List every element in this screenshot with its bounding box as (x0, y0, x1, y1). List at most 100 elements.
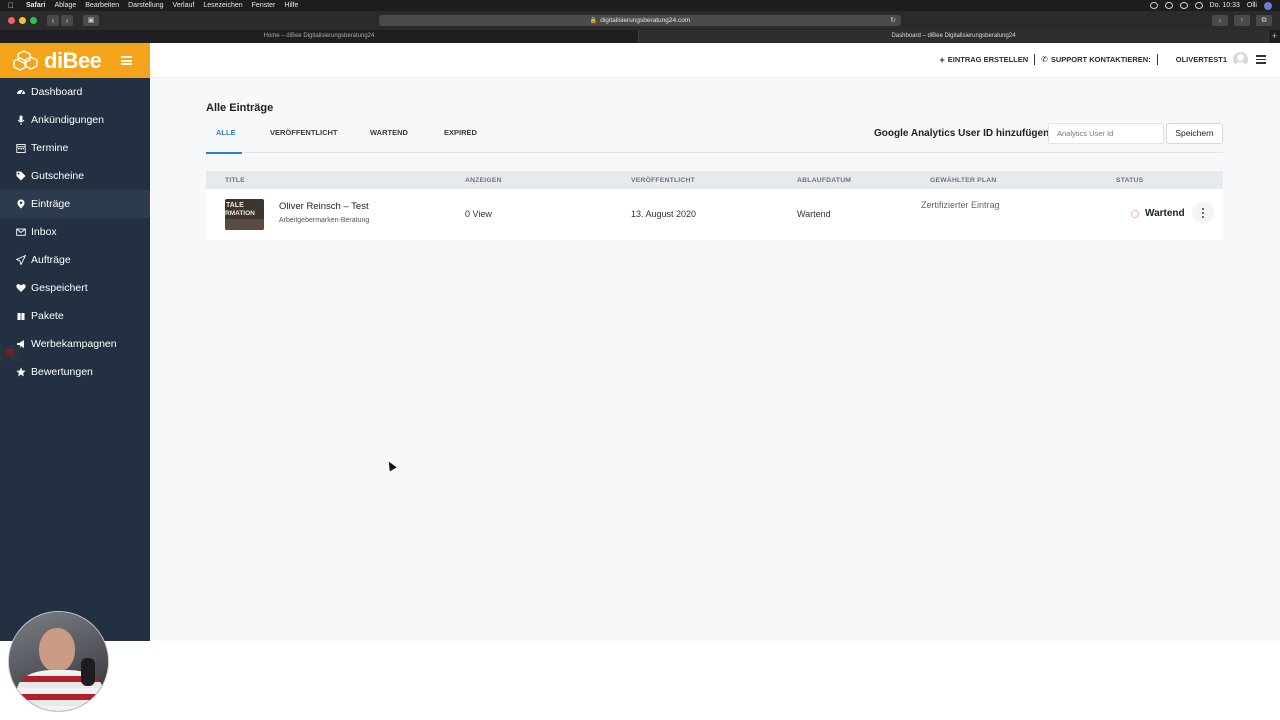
new-tab-icon[interactable]: + (1269, 30, 1280, 43)
plus-icon: + (939, 54, 945, 65)
star-icon (16, 367, 26, 377)
tab-veroeffentlicht[interactable]: VERÖFFENTLICHT (270, 121, 370, 153)
more-options-icon[interactable] (1192, 202, 1214, 224)
sidebar-nav: Dashboard Ankündigungen Termine Gutschei… (0, 78, 150, 386)
sidebar-item-gespeichert[interactable]: Gespeichert (0, 274, 150, 302)
thumbnail-text: RMATION (225, 210, 255, 217)
dashboard-icon (16, 87, 26, 97)
envelope-icon (16, 227, 26, 237)
sidebar-menu-icon[interactable] (121, 56, 132, 65)
tab-wartend[interactable]: WARTEND (370, 121, 444, 153)
sidebar-item-label: Werbekampagnen (31, 338, 117, 350)
listing-plan: Zertifizierter Eintrag (921, 200, 1000, 210)
brand-name[interactable]: diBee (44, 48, 102, 74)
back-icon[interactable]: ‹ (47, 15, 59, 26)
sidebar: diBee Dashboard Ankündigungen Termine Gu… (0, 43, 150, 641)
tabs-overview-icon[interactable]: ⧉ (1256, 15, 1272, 26)
reload-icon[interactable]: ↻ (890, 15, 896, 26)
menu-hilfe[interactable]: Hilfe (284, 2, 298, 9)
sidebar-item-label: Pakete (31, 310, 64, 322)
table-row[interactable]: TALE RMATION Oliver Reinsch – Test Arbei… (206, 189, 1223, 240)
sidebar-item-label: Ankündigungen (31, 114, 104, 126)
menu-ablage[interactable]: Ablage (54, 2, 76, 9)
column-header-published[interactable]: VERÖFFENTLICHT (631, 177, 695, 184)
downloads-icon[interactable]: ↓ (1212, 15, 1228, 26)
microphone-icon (16, 115, 26, 125)
map-marker-icon (16, 199, 26, 209)
volume-icon[interactable] (1194, 2, 1203, 9)
zoom-window-button[interactable] (30, 17, 37, 24)
sidebar-item-dashboard[interactable]: Dashboard (0, 78, 150, 106)
status-icon[interactable] (1164, 2, 1173, 9)
sidebar-item-label: Bewertungen (31, 366, 93, 378)
menu-verlauf[interactable]: Verlauf (173, 2, 195, 9)
browser-tab-dashboard[interactable]: Dashboard – diBee Digitalisierungsberatu… (639, 30, 1269, 43)
package-icon (16, 311, 26, 321)
share-icon[interactable]: ↑ (1234, 15, 1250, 26)
column-header-status[interactable]: STATUS (1116, 177, 1143, 184)
column-header-expiry[interactable]: ABLAUFDATUM (797, 177, 851, 184)
brand-header: diBee (0, 43, 150, 78)
paper-plane-icon (16, 255, 26, 265)
apple-icon[interactable]:  (8, 1, 16, 10)
tab-expired[interactable]: EXPIRED (444, 121, 504, 153)
url-text: digitalisierungsberatung24.com (600, 17, 691, 24)
sidebar-item-werbekampagnen[interactable]: Werbekampagnen (0, 330, 150, 358)
support-label: SUPPORT KONTAKTIEREN: (1050, 55, 1151, 64)
clock[interactable]: Do. 10:33 (1210, 2, 1240, 9)
tab-alle[interactable]: ALLE (206, 121, 270, 154)
minimize-window-button[interactable] (19, 17, 26, 24)
entries-table: TITLE ANZEIGEN VERÖFFENTLICHT ABLAUFDATU… (206, 171, 1223, 240)
save-button[interactable]: Speichern (1166, 123, 1223, 144)
sidebar-toggle-icon[interactable]: ▣ (83, 15, 99, 26)
column-header-plan[interactable]: GEWÄHLTER PLAN (930, 177, 996, 184)
column-header-title[interactable]: TITLE (225, 177, 245, 184)
menu-lesezeichen[interactable]: Lesezeichen (203, 2, 242, 9)
support-contact-button[interactable]: ✆ SUPPORT KONTAKTIEREN: (1041, 55, 1151, 64)
wifi-icon[interactable] (1179, 2, 1188, 9)
menubar-user[interactable]: Olli (1247, 2, 1257, 9)
sidebar-item-eintraege[interactable]: Einträge (0, 190, 150, 218)
username-link[interactable]: OLIVERTEST1 (1176, 55, 1227, 64)
listing-views: 0 View (465, 209, 492, 219)
sidebar-item-pakete[interactable]: Pakete (0, 302, 150, 330)
address-bar[interactable]: 🔒 digitalisierungsberatung24.com ↻ (379, 15, 901, 26)
divider (1034, 54, 1036, 65)
menu-bearbeiten[interactable]: Bearbeiten (85, 2, 119, 9)
analytics-label: Google Analytics User ID hinzufügen (874, 128, 1050, 139)
menu-fenster[interactable]: Fenster (252, 2, 276, 9)
sidebar-item-auftraege[interactable]: Aufträge (0, 246, 150, 274)
column-header-views[interactable]: ANZEIGEN (465, 177, 502, 184)
listing-published-date: 13. August 2020 (631, 209, 697, 219)
avatar[interactable] (1233, 52, 1248, 67)
listing-title-link[interactable]: Oliver Reinsch – Test (279, 201, 369, 212)
sidebar-item-termine[interactable]: Termine (0, 134, 150, 162)
menu-icon[interactable] (1256, 55, 1266, 64)
sidebar-item-label: Gutscheine (31, 170, 85, 182)
listing-category: Arbeitgebermarken-Beratung (279, 217, 370, 224)
siri-icon[interactable] (1264, 1, 1272, 10)
phone-icon: ✆ (1041, 55, 1048, 64)
sidebar-item-bewertungen[interactable]: Bewertungen (0, 358, 150, 386)
status-icon[interactable] (1149, 2, 1158, 9)
top-header: + EINTRAG ERSTELLEN ✆ SUPPORT KONTAKTIEREN… (150, 43, 1280, 78)
status-label: Wartend (1145, 208, 1185, 219)
lock-icon: 🔒 (589, 18, 598, 24)
browser-tab-home[interactable]: Home – diBee Digitalisierungsberatung24 (0, 30, 639, 43)
close-window-button[interactable] (8, 17, 15, 24)
window-controls (8, 17, 37, 24)
listing-thumbnail[interactable]: TALE RMATION (225, 199, 264, 230)
menu-safari[interactable]: Safari (26, 2, 45, 9)
heart-icon (16, 283, 26, 293)
sidebar-item-gutscheine[interactable]: Gutscheine (0, 162, 150, 190)
sidebar-item-inbox[interactable]: Inbox (0, 218, 150, 246)
page-title: Alle Einträge (206, 102, 274, 114)
webcam-overlay (8, 611, 109, 712)
sidebar-item-ankuendigungen[interactable]: Ankündigungen (0, 106, 150, 134)
forward-icon[interactable]: › (61, 15, 73, 26)
create-entry-button[interactable]: + EINTRAG ERSTELLEN (939, 55, 1028, 65)
sidebar-item-label: Aufträge (31, 254, 71, 266)
browser-tabbar: Home – diBee Digitalisierungsberatung24 … (0, 30, 1280, 43)
analytics-user-id-input[interactable] (1048, 123, 1164, 144)
menu-darstellung[interactable]: Darstellung (128, 2, 163, 9)
